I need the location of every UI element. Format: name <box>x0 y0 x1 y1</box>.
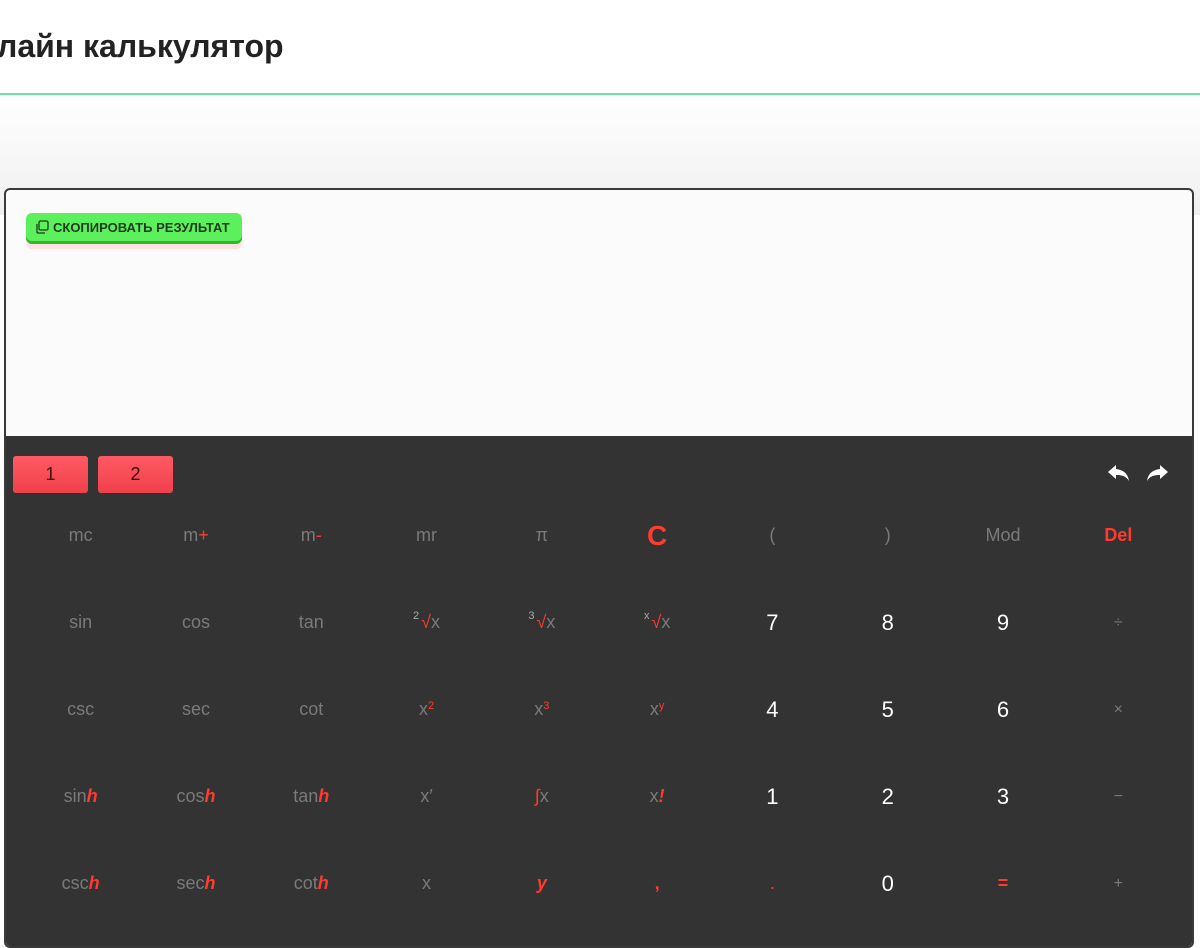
copy-result-label: СКОПИРОВАТЬ РЕЗУЛЬТАТ <box>53 219 230 235</box>
radical-sign: √ <box>651 612 662 632</box>
key-cube-root[interactable]: 3 √ x <box>484 579 599 666</box>
key-right-paren[interactable]: ) <box>830 492 945 579</box>
keypad: 1 2 mc m + m- mr π C ( ) Mod Del sin cos … <box>6 436 1192 946</box>
key-sin[interactable]: sin <box>23 579 138 666</box>
key-left-paren[interactable]: ( <box>715 492 830 579</box>
csch-h: h <box>88 873 100 893</box>
calculator: СКОПИРОВАТЬ РЕЗУЛЬТАТ 1 2 mc m + m- mr π … <box>4 188 1194 948</box>
key-m-minus-base: m <box>300 525 316 545</box>
key-integral[interactable]: ∫ x <box>484 753 599 840</box>
key-derivative[interactable]: x′ <box>369 753 484 840</box>
key-5[interactable]: 5 <box>830 666 945 753</box>
y-variable-label: y <box>536 873 547 893</box>
key-0[interactable]: 0 <box>830 840 945 927</box>
key-sinh[interactable]: sin h <box>23 753 138 840</box>
key-clear[interactable]: C <box>599 492 714 579</box>
key-square[interactable]: x2 <box>369 666 484 753</box>
csch-base: csc <box>61 873 89 893</box>
key-decimal-point[interactable]: . <box>715 840 830 927</box>
key-factorial[interactable]: x! <box>599 753 714 840</box>
key-1[interactable]: 1 <box>715 753 830 840</box>
cosh-h: h <box>204 786 216 806</box>
mode-2-button[interactable]: 2 <box>98 456 173 493</box>
key-csc[interactable]: csc <box>23 666 138 753</box>
key-plus[interactable]: + <box>1061 840 1176 927</box>
key-2[interactable]: 2 <box>830 753 945 840</box>
key-9[interactable]: 9 <box>945 579 1060 666</box>
key-pi[interactable]: π <box>484 492 599 579</box>
key-minus[interactable]: − <box>1061 753 1176 840</box>
tanh-base: tan <box>293 786 319 806</box>
cube-base: x <box>534 699 544 719</box>
redo-arrow-icon[interactable] <box>1144 460 1170 486</box>
key-x-variable[interactable]: x <box>369 840 484 927</box>
sinh-h: h <box>86 786 98 806</box>
key-m-minus[interactable]: m- <box>254 492 369 579</box>
key-coth[interactable]: cot h <box>254 840 369 927</box>
copy-icon <box>36 220 49 234</box>
key-7[interactable]: 7 <box>715 579 830 666</box>
key-power[interactable]: xy <box>599 666 714 753</box>
key-cosh[interactable]: cos h <box>138 753 253 840</box>
mode-1-button[interactable]: 1 <box>13 456 88 493</box>
key-mod[interactable]: Mod <box>945 492 1060 579</box>
sqrt3-index: 3 <box>528 609 535 622</box>
key-4[interactable]: 4 <box>715 666 830 753</box>
key-delete[interactable]: Del <box>1061 492 1176 579</box>
key-cube[interactable]: x3 <box>484 666 599 753</box>
power-base: x <box>649 699 659 719</box>
sqrtx-index: x <box>643 609 650 622</box>
sech-base: sec <box>176 873 205 893</box>
key-square-root[interactable]: 2 √ x <box>369 579 484 666</box>
sqrtx-x: x <box>661 612 671 632</box>
key-grid: mc m + m- mr π C ( ) Mod Del sin cos tan … <box>6 492 1192 927</box>
key-sech[interactable]: sec h <box>138 840 253 927</box>
key-divide[interactable]: ÷ <box>1061 579 1176 666</box>
key-comma[interactable]: , <box>599 840 714 927</box>
coth-h: h <box>317 873 329 893</box>
key-tanh[interactable]: tan h <box>254 753 369 840</box>
key-8[interactable]: 8 <box>830 579 945 666</box>
undo-arrow-icon[interactable] <box>1106 460 1132 486</box>
sqrt3-x: x <box>546 612 556 632</box>
power-exponent: y <box>658 699 665 712</box>
cosh-base: cos <box>176 786 205 806</box>
key-sec[interactable]: sec <box>138 666 253 753</box>
key-equals[interactable]: = <box>945 840 1060 927</box>
sqrt2-x: x <box>431 612 441 632</box>
key-cot[interactable]: cot <box>254 666 369 753</box>
key-tan[interactable]: tan <box>254 579 369 666</box>
key-m-plus-base: m <box>183 525 199 545</box>
integral-x: x <box>539 786 549 806</box>
cube-exponent: 3 <box>543 699 550 712</box>
key-m-plus[interactable]: m + <box>138 492 253 579</box>
sinh-base: sin <box>63 786 87 806</box>
key-mc[interactable]: mc <box>23 492 138 579</box>
page-title: лайн калькулятор <box>0 28 284 64</box>
key-cos[interactable]: cos <box>138 579 253 666</box>
key-multiply[interactable]: × <box>1061 666 1176 753</box>
copy-result-button[interactable]: СКОПИРОВАТЬ РЕЗУЛЬТАТ <box>26 213 242 241</box>
key-csch[interactable]: csc h <box>23 840 138 927</box>
radical-sign: √ <box>536 612 547 632</box>
factorial-bang: ! <box>658 786 665 806</box>
tanh-h: h <box>318 786 330 806</box>
key-m-plus-sign: + <box>198 525 209 545</box>
coth-base: cot <box>293 873 318 893</box>
key-nth-root[interactable]: x √ x <box>599 579 714 666</box>
key-3[interactable]: 3 <box>945 753 1060 840</box>
key-mr[interactable]: mr <box>369 492 484 579</box>
sqrt2-index: 2 <box>413 609 420 622</box>
sech-h: h <box>204 873 216 893</box>
key-y-variable[interactable]: y <box>484 840 599 927</box>
factorial-x: x <box>649 786 659 806</box>
square-exponent: 2 <box>427 699 435 712</box>
key-m-minus-sign: - <box>315 525 322 545</box>
result-display <box>26 260 1172 420</box>
key-6[interactable]: 6 <box>945 666 1060 753</box>
square-base: x <box>418 699 428 719</box>
radical-sign: √ <box>421 612 432 632</box>
